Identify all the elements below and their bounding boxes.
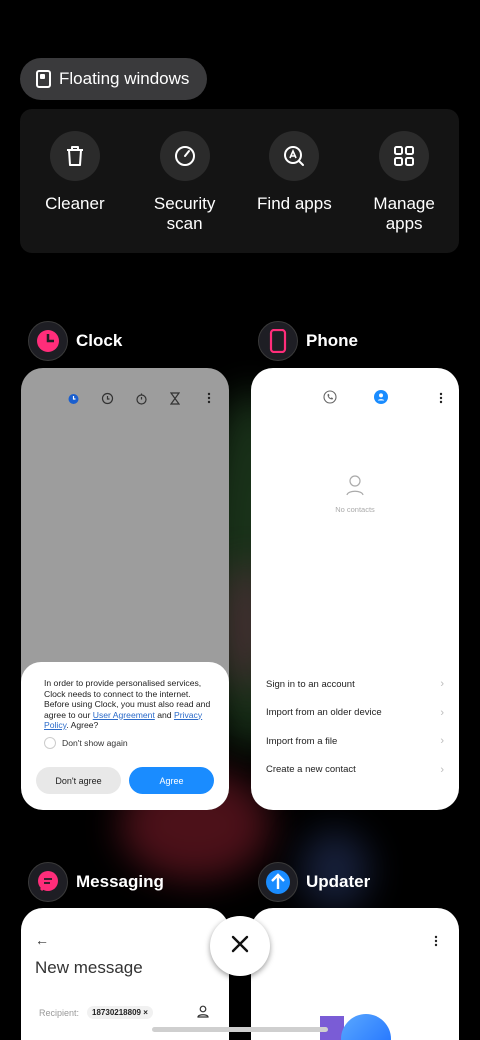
clock-app-header[interactable]: Clock (28, 321, 122, 361)
clock-app-card[interactable]: In order to provide personalised service… (21, 368, 229, 810)
trash-icon (49, 131, 100, 181)
cleaner-button[interactable]: Cleaner (27, 131, 123, 253)
list-item[interactable]: Sign in to an account › (266, 670, 444, 699)
updater-app-icon (258, 862, 298, 902)
gauge-icon (159, 131, 210, 181)
more-options-icon[interactable] (201, 390, 217, 406)
recipient-label: Recipient: (39, 1007, 80, 1018)
more-options-icon[interactable] (434, 934, 438, 952)
close-icon (231, 935, 249, 958)
dialog-message: In order to provide personalised service… (44, 678, 211, 730)
home-gesture-bar[interactable] (152, 1027, 328, 1032)
more-options-icon[interactable] (439, 391, 443, 409)
manage-apps-button[interactable]: Manage apps (356, 131, 452, 253)
chevron-right-icon: › (440, 763, 444, 776)
new-message-title: New message (35, 958, 143, 977)
contact-picker-icon[interactable] (197, 1005, 209, 1020)
manage-apps-label: Manage apps (373, 194, 435, 233)
list-item[interactable]: Create a new contact › (266, 756, 444, 785)
alarm-icon[interactable] (65, 390, 81, 406)
agree-button[interactable]: Agree (129, 767, 214, 794)
recipient-field[interactable]: Recipient: 18730218809 × (39, 1005, 209, 1020)
phone-app-card[interactable]: No contacts Sign in to an account › Impor… (251, 368, 459, 810)
person-icon (345, 474, 365, 501)
messaging-app-name: Messaging (76, 872, 164, 891)
clock-permission-dialog: In order to provide personalised service… (21, 662, 229, 810)
dialog-buttons: Don't agree Agree (36, 767, 214, 794)
phone-app-header[interactable]: Phone (258, 321, 358, 361)
floating-window-icon (36, 70, 51, 88)
no-contacts-text: No contacts (335, 505, 375, 514)
back-arrow-icon[interactable]: ← (35, 932, 49, 948)
find-apps-button[interactable]: Find apps (246, 131, 342, 253)
security-scan-label: Security scan (153, 194, 216, 233)
world-clock-icon[interactable] (99, 390, 115, 406)
updater-app-header[interactable]: Updater (258, 862, 370, 902)
chevron-right-icon: › (440, 735, 444, 748)
clock-toolbar (65, 390, 217, 406)
updater-app-card[interactable] (251, 908, 459, 1040)
security-scan-button[interactable]: Security scan (137, 131, 233, 253)
cleaner-label: Cleaner (45, 194, 105, 213)
stopwatch-icon[interactable] (133, 390, 149, 406)
messaging-app-card[interactable]: ← New message Recipient: 18730218809 × (21, 908, 229, 1040)
contacts-tab-icon[interactable] (374, 390, 388, 409)
floating-windows-label: Floating windows (59, 69, 190, 88)
phone-app-name: Phone (306, 331, 358, 350)
phone-app-icon (258, 321, 298, 361)
find-apps-icon (269, 131, 320, 181)
updater-app-name: Updater (306, 872, 371, 891)
checkbox-circle (44, 736, 56, 749)
list-item[interactable]: Import from an older device › (266, 699, 444, 728)
contacts-options-list: Sign in to an account › Import from an ol… (266, 670, 444, 784)
timer-icon[interactable] (167, 390, 183, 406)
clock-app-name: Clock (76, 331, 123, 350)
messaging-app-header[interactable]: Messaging (28, 862, 164, 902)
updater-illustration-circle (341, 1014, 391, 1040)
clock-app-icon (28, 321, 68, 361)
dont-agree-button[interactable]: Don't agree (36, 767, 121, 794)
chevron-right-icon: › (440, 706, 444, 719)
recipient-chip[interactable]: 18730218809 × (87, 1006, 153, 1019)
chevron-right-icon: › (440, 678, 444, 691)
quick-actions-panel: Cleaner Security scan Find apps Manage a… (20, 109, 459, 253)
clear-all-button[interactable] (210, 916, 270, 976)
phone-toolbar (323, 390, 443, 409)
user-agreement-link[interactable]: User Agreement (93, 710, 155, 720)
call-log-icon[interactable] (323, 390, 337, 409)
list-item[interactable]: Import from a file › (266, 727, 444, 756)
floating-windows-button[interactable]: Floating windows (20, 58, 208, 100)
grid-icon (379, 131, 430, 181)
dont-show-again-label: Don't show again (62, 737, 128, 748)
find-apps-label: Find apps (257, 194, 332, 213)
dont-show-again-checkbox[interactable]: Don't show again (44, 736, 214, 749)
empty-contacts-state: No contacts (251, 474, 459, 514)
messaging-app-icon (28, 862, 68, 902)
